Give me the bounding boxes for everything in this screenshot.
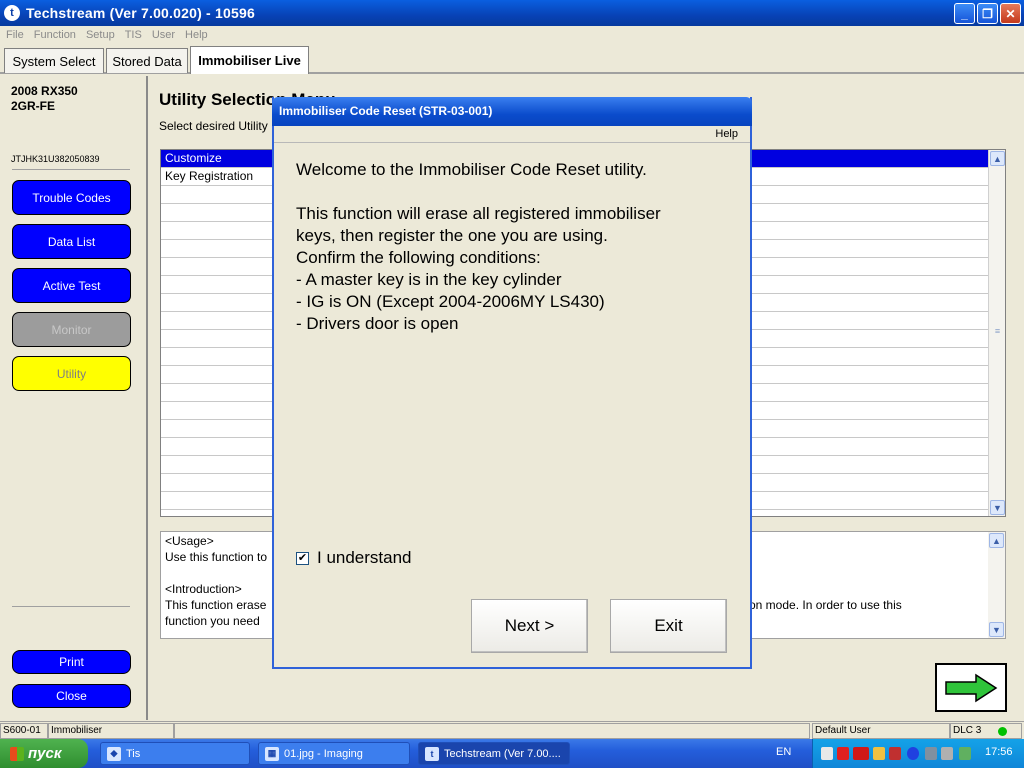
print-button[interactable]: Print <box>12 650 131 674</box>
task-label: 01.jpg - Imaging <box>284 747 363 760</box>
understand-label[interactable]: I understand <box>317 548 412 568</box>
dlc-label: DLC 3 <box>953 725 982 736</box>
start-label: пуск <box>28 745 62 762</box>
menu-user[interactable]: User <box>152 29 175 41</box>
message-line: keys, then register the one you are usin… <box>296 226 608 245</box>
start-button[interactable]: пуск <box>0 739 88 768</box>
minimize-button[interactable]: _ <box>954 3 975 24</box>
understand-checkbox-row[interactable]: ✔ I understand <box>296 548 412 568</box>
status-empty <box>174 723 810 739</box>
message-line: Welcome to the Immobiliser Code Reset ut… <box>296 160 647 179</box>
network-icon[interactable] <box>889 747 901 760</box>
message-line: - IG is ON (Except 2004-2006MY LS430) <box>296 292 605 311</box>
introduction-heading: <Introduction> <box>165 582 242 596</box>
scroll-grip-icon[interactable]: ≡ <box>991 326 1004 338</box>
techstream-app-icon: t <box>4 5 20 21</box>
connection-indicator-icon <box>998 727 1007 736</box>
menu-function[interactable]: Function <box>34 29 76 41</box>
description-scrollbar[interactable]: ▲ ▼ <box>988 532 1005 638</box>
message-line: Confirm the following conditions: <box>296 248 541 267</box>
signal-icon[interactable] <box>873 747 885 760</box>
introduction-text-right: tration mode. In order to use this <box>729 598 902 612</box>
message-line: - A master key is in the key cylinder <box>296 270 562 289</box>
divider <box>12 606 130 607</box>
taskbar-item-tis[interactable]: ◆ Tis <box>100 742 250 765</box>
imaging-icon: ▦ <box>265 746 279 761</box>
immobiliser-reset-dialog: Immobiliser Code Reset (STR-03-001) Help… <box>272 97 752 669</box>
techstream-icon: t <box>425 746 439 761</box>
message-line <box>296 181 661 203</box>
monitor-button[interactable]: Monitor <box>12 312 131 347</box>
dialog-title: Immobiliser Code Reset (STR-03-001) <box>272 97 752 126</box>
utility-button[interactable]: Utility <box>12 356 131 391</box>
task-label: Techstream (Ver 7.00.... <box>444 747 561 760</box>
language-indicator[interactable]: EN <box>776 746 791 758</box>
tool-icon[interactable] <box>925 747 937 760</box>
dialog-message: Welcome to the Immobiliser Code Reset ut… <box>296 159 661 335</box>
trouble-codes-button[interactable]: Trouble Codes <box>12 180 131 215</box>
window-title: Techstream (Ver 7.00.020) - 10596 <box>26 5 255 21</box>
status-dlc: DLC 3 <box>950 723 1022 739</box>
clock: 17:56 <box>985 746 1013 758</box>
status-module: Immobiliser <box>48 723 174 739</box>
window-titlebar: t Techstream (Ver 7.00.020) - 10596 _ ❐ … <box>0 0 1024 26</box>
divider <box>12 169 130 170</box>
scroll-down-icon[interactable]: ▼ <box>990 500 1005 515</box>
vehicle-info: 2008 RX350 2GR-FE <box>11 84 78 114</box>
taskbar-item-imaging[interactable]: ▦ 01.jpg - Imaging <box>258 742 410 765</box>
menu-bar: File Function Setup TIS User Help <box>0 26 1024 44</box>
menu-tis[interactable]: TIS <box>125 29 142 41</box>
next-arrow-button[interactable] <box>935 663 1007 712</box>
page-subtitle: Select desired Utility <box>159 119 268 133</box>
vin-number: JTJHK31U382050839 <box>11 154 100 164</box>
menu-setup[interactable]: Setup <box>86 29 115 41</box>
list-scrollbar[interactable]: ▲ ≡ ▼ <box>988 150 1005 516</box>
tab-system-select[interactable]: System Select <box>4 48 104 73</box>
message-line: - Drivers door is open <box>296 314 459 333</box>
exit-button[interactable]: Exit <box>610 599 727 653</box>
introduction-text-2: function you need <box>165 614 260 628</box>
usage-text: Use this function to <box>165 550 268 564</box>
scroll-up-icon[interactable]: ▲ <box>990 151 1005 166</box>
message-line: This function will erase all registered … <box>296 204 661 223</box>
tab-stored-data[interactable]: Stored Data <box>106 48 188 73</box>
vehicle-engine: 2GR-FE <box>11 99 56 113</box>
active-test-button[interactable]: Active Test <box>12 268 131 303</box>
scroll-up-icon[interactable]: ▲ <box>989 533 1004 548</box>
next-button[interactable]: Next > <box>471 599 588 653</box>
ati-icon[interactable] <box>853 747 869 760</box>
bluetooth-icon[interactable] <box>907 747 919 760</box>
understand-checkbox[interactable]: ✔ <box>296 551 309 565</box>
introduction-text: This function erase <box>165 598 267 612</box>
restore-button[interactable]: ❐ <box>977 3 998 24</box>
tab-immobiliser-live[interactable]: Immobiliser Live <box>190 46 309 74</box>
taskbar: пуск ◆ Tis ▦ 01.jpg - Imaging t Techstre… <box>0 739 1024 768</box>
taskbar-item-techstream[interactable]: t Techstream (Ver 7.00.... <box>418 742 570 765</box>
close-button[interactable]: Close <box>12 684 131 708</box>
status-bar: S600-01 Immobiliser Default User DLC 3 <box>0 721 1024 739</box>
close-window-button[interactable]: ✕ <box>1000 3 1021 24</box>
dialog-menu-bar: Help <box>274 126 750 143</box>
windows-logo-icon <box>10 746 24 761</box>
task-label: Tis <box>126 747 141 760</box>
tis-icon: ◆ <box>107 746 121 761</box>
status-user: Default User <box>812 723 950 739</box>
tab-bar: System Select Stored Data Immobiliser Li… <box>0 46 1024 74</box>
data-list-button[interactable]: Data List <box>12 224 131 259</box>
scroll-down-icon[interactable]: ▼ <box>989 622 1004 637</box>
e-icon[interactable] <box>837 747 849 760</box>
usage-heading: <Usage> <box>165 534 214 548</box>
dialog-help-menu[interactable]: Help <box>715 128 738 140</box>
left-panel: 2008 RX350 2GR-FE JTJHK31U382050839 Trou… <box>0 76 148 720</box>
volume-muted-icon[interactable] <box>941 747 953 760</box>
menu-help[interactable]: Help <box>185 29 208 41</box>
system-tray: 17:56 <box>812 739 1024 768</box>
menu-file[interactable]: File <box>6 29 24 41</box>
device-icon[interactable] <box>821 747 833 760</box>
safely-remove-icon[interactable] <box>959 747 971 760</box>
right-arrow-icon <box>945 673 998 702</box>
vehicle-model: 2008 RX350 <box>11 84 78 98</box>
status-code: S600-01 <box>0 723 48 739</box>
